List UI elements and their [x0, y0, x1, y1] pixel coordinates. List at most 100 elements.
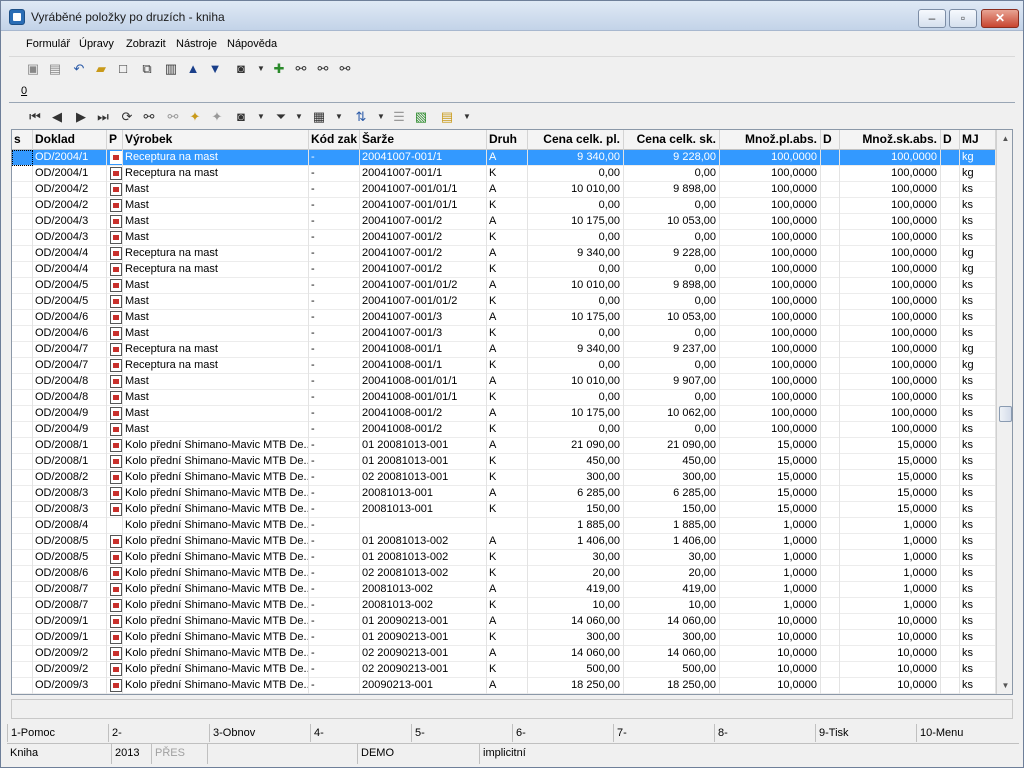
table-row[interactable]: OD/2008/3 Kolo přední Shimano-Mavic MTB D…	[12, 502, 996, 518]
table-row[interactable]: OD/2004/7 Receptura na mast -20041008-001/…	[12, 342, 996, 358]
col-header-sarze[interactable]: Šarže	[360, 130, 487, 150]
table-row[interactable]: OD/2008/1 Kolo přední Shimano-Mavic MTB D…	[12, 438, 996, 454]
table-row[interactable]: OD/2004/3 Mast -20041007-001/2 K 0,00 0,00 100…	[12, 230, 996, 246]
fkey-5[interactable]: 5-	[411, 724, 512, 742]
scroll-down-icon[interactable]: ▼	[997, 677, 1012, 694]
table-row[interactable]: OD/2008/4 Kolo přední Shimano-Mavic MTB D…	[12, 518, 996, 534]
table-row[interactable]: OD/2004/9 Mast -20041008-001/2 A 10 175,00 10…	[12, 406, 996, 422]
table-row[interactable]: OD/2009/3 Kolo přední Shimano-Mavic MTB D…	[12, 678, 996, 694]
col-header-doklad[interactable]: Doklad	[33, 130, 107, 150]
menu-napoveda[interactable]: Nápověda	[227, 38, 277, 50]
fkey-3[interactable]: 3-Obnov	[209, 724, 310, 742]
table-row[interactable]: OD/2008/7 Kolo přední Shimano-Mavic MTB D…	[12, 582, 996, 598]
col-header-s[interactable]: s	[12, 130, 33, 150]
chevron-down-icon[interactable]: ▼	[373, 109, 389, 125]
find-next-icon[interactable]: ⚯	[165, 109, 181, 125]
camera-icon[interactable]: ◙	[233, 61, 249, 77]
first-record-icon[interactable]: ⏮	[27, 109, 43, 125]
table-row[interactable]: OD/2004/4 Receptura na mast -20041007-001/…	[12, 262, 996, 278]
table-row[interactable]: OD/2008/3 Kolo přední Shimano-Mavic MTB D…	[12, 486, 996, 502]
star-remove-icon[interactable]: ✦	[209, 109, 225, 125]
col-header-vyrobek[interactable]: Výrobek	[123, 130, 309, 150]
prev-record-icon[interactable]: ◀	[49, 109, 65, 125]
chevron-down-icon[interactable]: ▼	[459, 109, 475, 125]
fkey-7[interactable]: 7-	[613, 724, 714, 742]
chevron-down-icon[interactable]: ▼	[291, 109, 307, 125]
copy-doc-icon[interactable]: ⧉	[139, 61, 155, 77]
table-row[interactable]: OD/2008/1 Kolo přední Shimano-Mavic MTB D…	[12, 454, 996, 470]
table-row[interactable]: OD/2004/7 Receptura na mast -20041008-001/…	[12, 358, 996, 374]
fkey-8[interactable]: 8-	[714, 724, 815, 742]
undo-icon[interactable]: ↶	[71, 61, 87, 77]
table-row[interactable]: OD/2008/2 Kolo přední Shimano-Mavic MTB D…	[12, 470, 996, 486]
save-all-icon[interactable]: ▤	[47, 61, 63, 77]
table-row[interactable]: OD/2004/8 Mast -20041008-001/01/1 A 10 010,0…	[12, 374, 996, 390]
menu-upravy[interactable]: Úpravy	[79, 38, 114, 50]
table-row[interactable]: OD/2004/1 Receptura na mast -20041007-001/…	[12, 166, 996, 182]
new-doc-icon[interactable]: □	[115, 61, 131, 77]
menu-nastroje[interactable]: Nástroje	[176, 38, 217, 50]
menu-formular[interactable]: Formulář	[26, 38, 70, 50]
fkey-6[interactable]: 6-	[512, 724, 613, 742]
table-row[interactable]: OD/2004/2 Mast -20041007-001/01/1 K 0,00 0,00…	[12, 198, 996, 214]
star-add-icon[interactable]: ✦	[187, 109, 203, 125]
table-row[interactable]: OD/2009/2 Kolo přední Shimano-Mavic MTB D…	[12, 646, 996, 662]
table-row[interactable]: OD/2004/1 Receptura na mast -20041007-001/…	[12, 150, 996, 166]
table-row[interactable]: OD/2008/5 Kolo přední Shimano-Mavic MTB D…	[12, 534, 996, 550]
table-row[interactable]: OD/2004/5 Mast -20041007-001/01/2 A 10 010,0…	[12, 278, 996, 294]
binoculars-prev-icon[interactable]: ⚯	[337, 61, 353, 77]
table-row[interactable]: OD/2004/2 Mast -20041007-001/01/1 A 10 010,0…	[12, 182, 996, 198]
fkey-1[interactable]: 1-Pomoc	[7, 724, 108, 742]
sort-icon[interactable]: ⇅	[353, 109, 369, 125]
table-row[interactable]: OD/2008/6 Kolo přední Shimano-Mavic MTB D…	[12, 566, 996, 582]
col-header-kod-zak[interactable]: Kód zak	[309, 130, 360, 150]
chevron-down-icon[interactable]: ▼	[331, 109, 347, 125]
arrow-up-icon[interactable]: ▲	[185, 61, 201, 77]
scroll-thumb[interactable]	[999, 406, 1012, 422]
col-header-d1[interactable]: D	[821, 130, 840, 150]
table-row[interactable]: OD/2009/1 Kolo přední Shimano-Mavic MTB D…	[12, 630, 996, 646]
last-record-icon[interactable]: ⏭	[95, 109, 111, 125]
fkey-2[interactable]: 2-	[108, 724, 209, 742]
table-row[interactable]: OD/2009/1 Kolo přední Shimano-Mavic MTB D…	[12, 614, 996, 630]
col-header-druh[interactable]: Druh	[487, 130, 528, 150]
open-folder-icon[interactable]: ▰	[93, 61, 109, 77]
vertical-scrollbar[interactable]: ▲ ▼	[996, 130, 1012, 694]
refresh-icon[interactable]: ✚	[271, 61, 287, 77]
arrow-down-icon[interactable]: ▼	[207, 61, 223, 77]
list-icon[interactable]: ☰	[391, 109, 407, 125]
columns-icon[interactable]: ▦	[311, 109, 327, 125]
binoculars-next-icon[interactable]: ⚯	[315, 61, 331, 77]
table-row[interactable]: OD/2004/8 Mast -20041008-001/01/1 K 0,00 0,00…	[12, 390, 996, 406]
col-header-cena-pl[interactable]: Cena celk. pl.	[528, 130, 624, 150]
table-row[interactable]: OD/2004/6 Mast -20041007-001/3 A 10 175,00 10…	[12, 310, 996, 326]
fkey-10[interactable]: 10-Menu	[916, 724, 1017, 742]
next-record-icon[interactable]: ▶	[73, 109, 89, 125]
camera-icon[interactable]: ◙	[233, 109, 249, 125]
minimize-button[interactable]: ‒	[918, 9, 946, 28]
col-header-mnoz-sk[interactable]: Množ.sk.abs.	[840, 130, 941, 150]
close-button[interactable]: ✕	[981, 9, 1019, 28]
book-icon[interactable]: ▥	[163, 61, 179, 77]
col-header-cena-sk[interactable]: Cena celk. sk.	[624, 130, 720, 150]
col-header-mnoz-pl[interactable]: Množ.pl.abs.	[720, 130, 821, 150]
table-row[interactable]: OD/2004/6 Mast -20041007-001/3 K 0,00 0,00 100…	[12, 326, 996, 342]
table-row[interactable]: OD/2004/4 Receptura na mast -20041007-001/…	[12, 246, 996, 262]
filter-icon[interactable]: ⏷	[273, 109, 289, 125]
chevron-down-icon[interactable]: ▼	[253, 61, 269, 77]
table-row[interactable]: OD/2008/7 Kolo přední Shimano-Mavic MTB D…	[12, 598, 996, 614]
col-header-p[interactable]: P	[107, 130, 123, 150]
table-row[interactable]: OD/2009/2 Kolo přední Shimano-Mavic MTB D…	[12, 662, 996, 678]
binoculars-icon[interactable]: ⚯	[293, 61, 309, 77]
table-row[interactable]: OD/2008/5 Kolo přední Shimano-Mavic MTB D…	[12, 550, 996, 566]
menu-zobrazit[interactable]: Zobrazit	[126, 38, 166, 50]
fkey-9[interactable]: 9-Tisk	[815, 724, 916, 742]
fkey-4[interactable]: 4-	[310, 724, 411, 742]
maximize-button[interactable]: ▫	[949, 9, 977, 28]
find-icon[interactable]: ⚯	[141, 109, 157, 125]
scroll-up-icon[interactable]: ▲	[997, 130, 1012, 147]
col-header-d2[interactable]: D	[941, 130, 960, 150]
export-icon[interactable]: ▧	[413, 109, 429, 125]
table-row[interactable]: OD/2004/3 Mast -20041007-001/2 A 10 175,00 10…	[12, 214, 996, 230]
save-icon[interactable]: ▣	[25, 61, 41, 77]
